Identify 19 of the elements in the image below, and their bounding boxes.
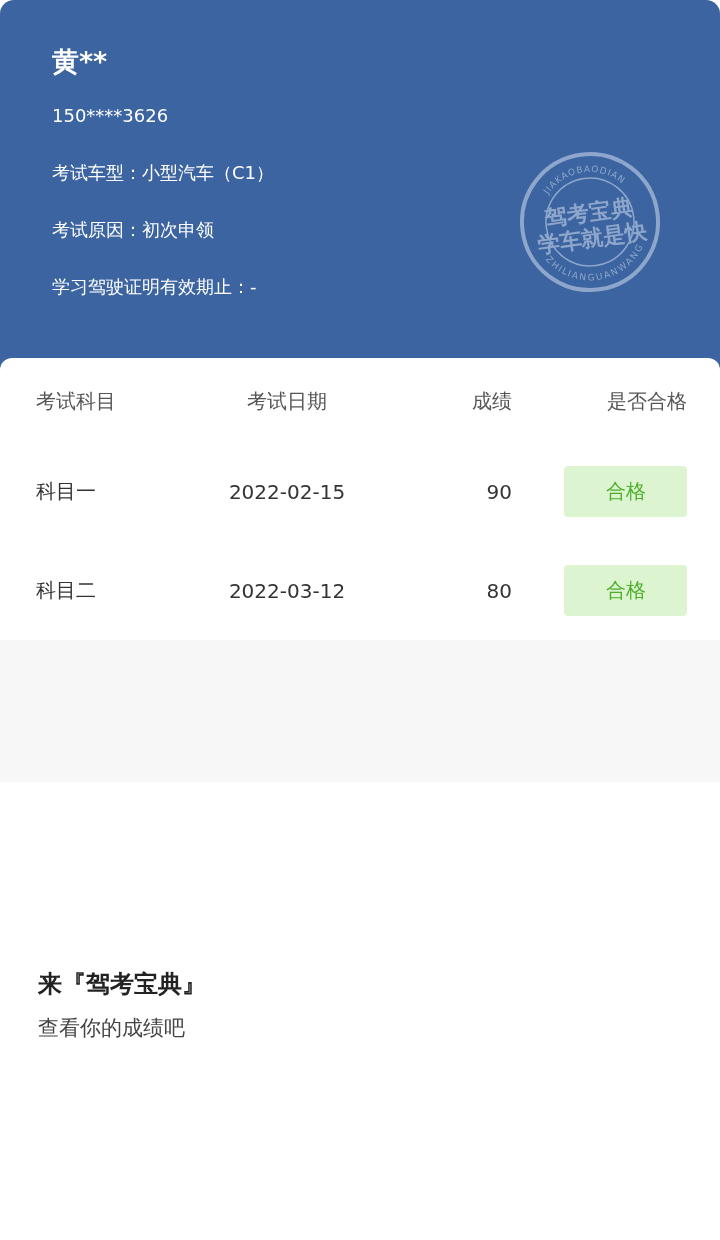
- table-cell-text: 科目一: [36, 478, 97, 505]
- profile-detail: 150****3626: [52, 104, 170, 128]
- profile-detail: 考试原因：初次申领: [52, 218, 215, 242]
- table-cell-text: 2022-03-12: [227, 578, 347, 603]
- profile-detail: 考试车型：小型汽车（C1）: [52, 161, 275, 185]
- column-header: 考试科目: [36, 387, 117, 415]
- column-header: 考试日期: [246, 387, 328, 415]
- table-cell-text: 90: [485, 479, 512, 504]
- promo-subtitle: 查看你的成绩吧: [38, 1015, 186, 1042]
- column-header: 是否合格: [606, 387, 687, 415]
- user-name: 黄**: [52, 45, 109, 79]
- result-badge: 合格: [564, 565, 687, 616]
- result-badge: 合格: [564, 466, 687, 517]
- table-cell-text: 科目二: [36, 577, 97, 604]
- column-header: 成绩: [471, 387, 512, 415]
- profile-detail: 学习驾驶证明有效期止：-: [52, 275, 258, 299]
- table-cell-text: 2022-02-15: [227, 479, 347, 504]
- promo-title: 来『驾考宝典』: [38, 969, 207, 1000]
- table-cell-text: 80: [485, 578, 512, 603]
